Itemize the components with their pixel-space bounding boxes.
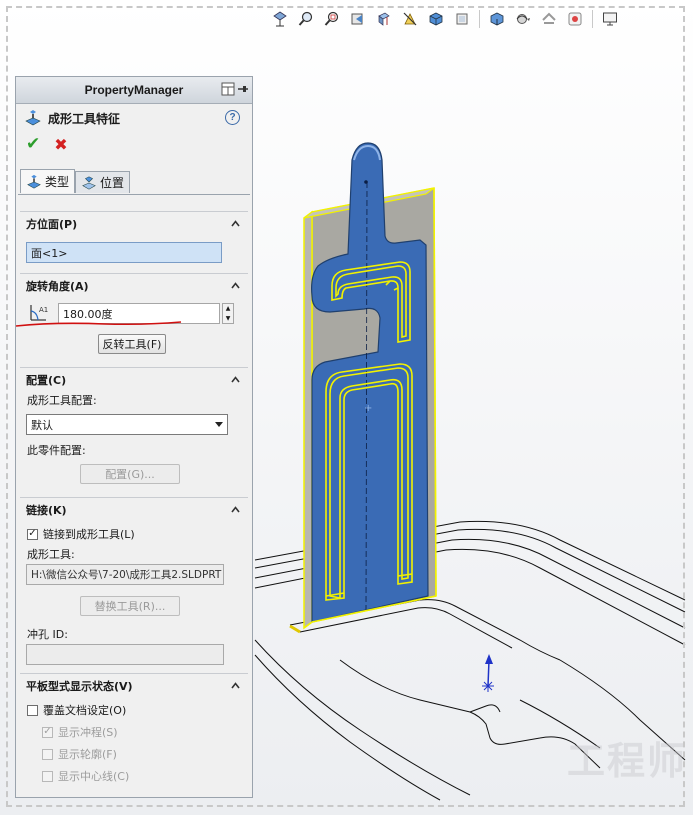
link-group-title[interactable]: 链接(K): [20, 498, 248, 522]
show-centerline-checkbox[interactable]: 显示中心线(C): [42, 768, 129, 784]
replace-tool-button[interactable]: 替换工具(R)...: [80, 596, 180, 616]
zoom-area-icon[interactable]: [320, 8, 344, 30]
face-selection-box[interactable]: 面<1>: [26, 242, 222, 263]
pm-tabs: 类型 位置: [20, 169, 131, 193]
tool-config-dropdown[interactable]: 默认: [26, 414, 228, 435]
tool-path-label: 成形工具:: [27, 548, 75, 561]
override-doc-label: 覆盖文档设定(O): [43, 704, 127, 717]
watermark-text: 工程师: [566, 739, 687, 783]
ok-cancel-row: ✔ ✖: [16, 132, 252, 156]
ok-button[interactable]: ✔: [26, 134, 40, 154]
dropdown-arrow-icon: [215, 422, 223, 427]
face-group: 方位面(P) 面<1>: [20, 211, 248, 272]
help-icon[interactable]: ?: [225, 110, 240, 125]
pin-icon[interactable]: [237, 82, 249, 96]
tab-position[interactable]: 位置: [75, 171, 131, 193]
show-punch-checkbox[interactable]: ✓ 显示冲程(S): [42, 724, 118, 740]
apply-scene-icon[interactable]: [511, 8, 535, 30]
previous-view-icon[interactable]: [346, 8, 370, 30]
config-group: 配置(C) 成形工具配置: 默认 此零件配置: 配置(G)...: [20, 367, 248, 496]
show-profile-label: 显示轮廓(F): [58, 748, 117, 761]
type-tab-icon: [27, 174, 41, 189]
checkbox-checked-icon: ✓: [42, 726, 53, 738]
property-manager-header: PropertyManager: [16, 77, 252, 104]
chevron-up-icon[interactable]: [231, 375, 240, 384]
part-config-label: 此零件配置:: [27, 444, 86, 457]
feature-title: 成形工具特征: [48, 111, 121, 126]
checkbox-unchecked-icon: [42, 770, 53, 782]
view-settings-icon[interactable]: [537, 8, 561, 30]
chevron-up-icon[interactable]: [231, 681, 240, 690]
punch-id-label: 冲孔 ID:: [27, 628, 68, 641]
position-tab-icon: [82, 175, 96, 190]
section-view-icon[interactable]: [372, 8, 396, 30]
view-orientation-icon[interactable]: [268, 8, 292, 30]
cancel-button[interactable]: ✖: [54, 135, 67, 154]
link-to-tool-checkbox[interactable]: ✓ 链接到成形工具(L): [27, 526, 135, 542]
display-style-icon[interactable]: [424, 8, 448, 30]
dynamic-annotation-icon[interactable]: [398, 8, 422, 30]
chevron-up-icon[interactable]: [231, 505, 240, 514]
pin-controls: [221, 82, 249, 96]
show-centerline-label: 显示中心线(C): [58, 770, 130, 783]
angle-spinner[interactable]: ▲ ▼: [222, 303, 234, 324]
property-manager-title: PropertyManager: [84, 83, 184, 97]
punch-id-field[interactable]: [26, 644, 224, 665]
heads-up-view-toolbar: [268, 8, 622, 30]
zoom-to-fit-icon[interactable]: [294, 8, 318, 30]
tab-type[interactable]: 类型: [20, 169, 76, 193]
config-group-title[interactable]: 配置(C): [20, 368, 248, 392]
flat-pattern-group-title[interactable]: 平板型式显示状态(V): [20, 674, 248, 698]
panel-layout-icon[interactable]: [221, 82, 235, 96]
tool-config-value: 默认: [31, 418, 53, 432]
monitor-icon[interactable]: [598, 8, 622, 30]
hide-show-icon[interactable]: [450, 8, 474, 30]
checkbox-unchecked-icon: [27, 704, 38, 716]
tab-position-label: 位置: [100, 176, 125, 190]
red-underline-annotation: [15, 321, 182, 327]
svg-text:+: +: [364, 403, 372, 414]
feature-title-row: 成形工具特征 ?: [16, 104, 252, 132]
link-group: 链接(K) ✓ 链接到成形工具(L) 成形工具: H:\微信公众号\7-20\成…: [20, 497, 248, 672]
coordinate-triad-icon: [482, 654, 494, 692]
override-doc-checkbox[interactable]: 覆盖文档设定(O): [27, 702, 126, 718]
form-tool-icon: [25, 110, 41, 126]
show-profile-checkbox[interactable]: 显示轮廓(F): [42, 746, 117, 762]
realview-icon[interactable]: [563, 8, 587, 30]
chevron-up-icon[interactable]: [231, 219, 240, 228]
checkbox-checked-icon: ✓: [27, 528, 38, 540]
link-to-tool-label: 链接到成形工具(L): [43, 528, 135, 541]
svg-text:A1: A1: [39, 306, 48, 314]
config-button[interactable]: 配置(G)...: [80, 464, 180, 484]
checkbox-unchecked-icon: [42, 748, 53, 760]
face-group-title[interactable]: 方位面(P): [20, 212, 248, 236]
property-manager-panel: PropertyManager 成形工具特征 ? ✔ ✖ 类型 位置 方位面(P…: [15, 76, 253, 798]
tool-path-field[interactable]: H:\微信公众号\7-20\成形工具2.SLDPRT: [26, 564, 224, 585]
show-punch-label: 显示冲程(S): [58, 726, 118, 739]
flat-pattern-group: 平板型式显示状态(V) 覆盖文档设定(O) ✓ 显示冲程(S) 显示轮廓(F) …: [20, 673, 248, 797]
tool-config-label: 成形工具配置:: [27, 394, 97, 407]
reverse-tool-button[interactable]: 反转工具(F): [98, 334, 166, 354]
edit-appearance-icon[interactable]: [485, 8, 509, 30]
rotation-group-title[interactable]: 旋转角度(A): [20, 274, 248, 298]
tab-type-label: 类型: [45, 175, 70, 189]
chevron-up-icon[interactable]: [231, 281, 240, 290]
